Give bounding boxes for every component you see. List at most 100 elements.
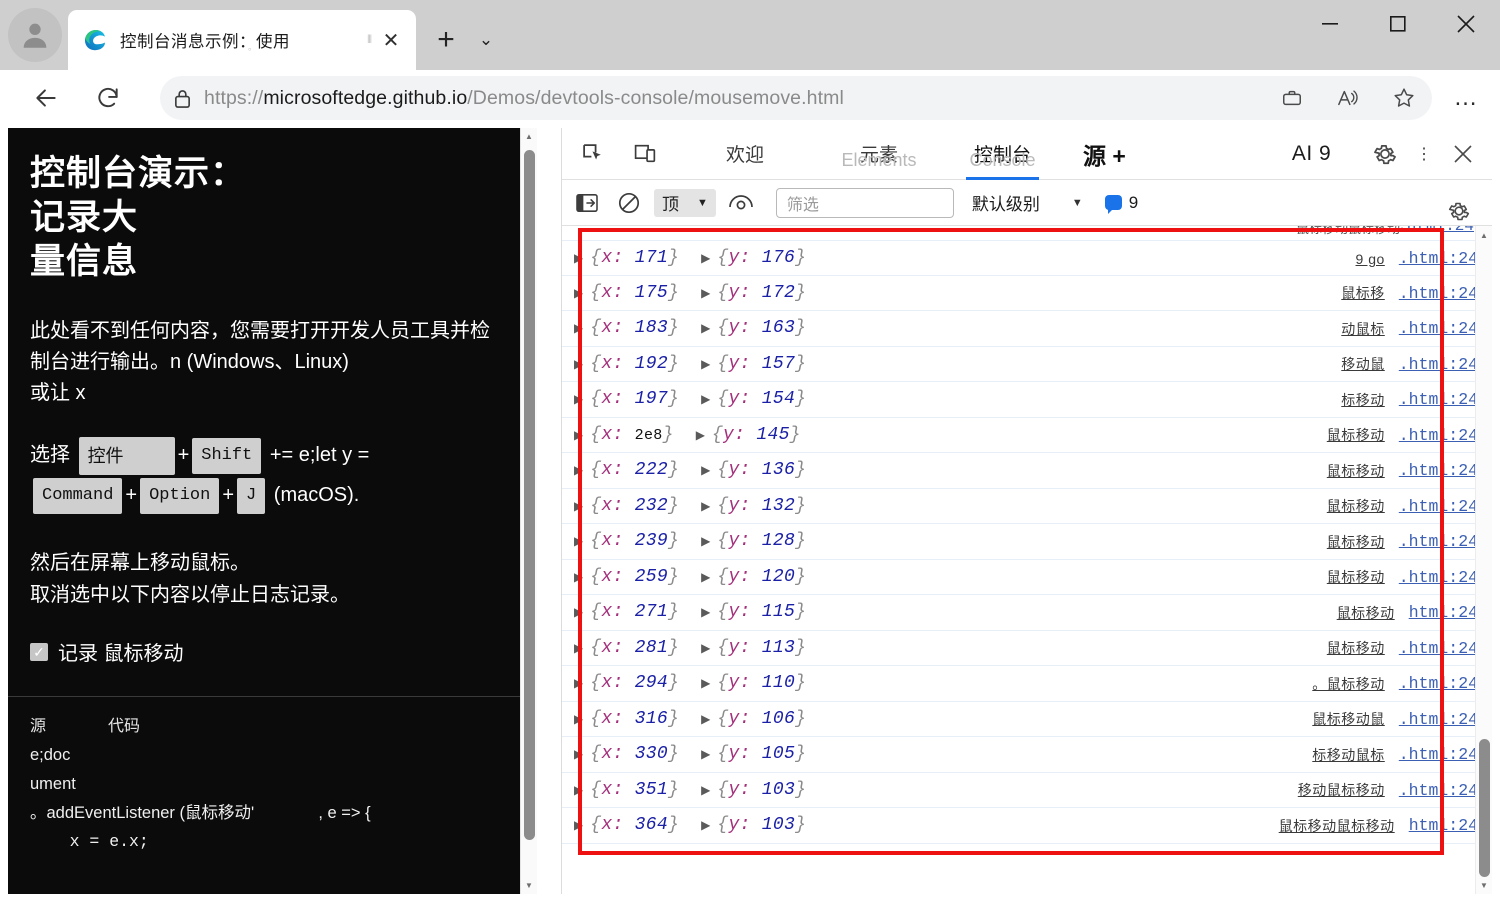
console-log-row[interactable]: ▶ {x: 232} ▶ {y: 132} 鼠标移动 .html:24 [562,489,1492,524]
log-source-link[interactable]: html:24 [1409,603,1478,622]
log-source-link[interactable]: .html:24 [1399,497,1478,516]
expand-triangle-icon[interactable]: ▶ [701,783,710,797]
console-log-row[interactable]: ▶ {x: 2e8} ▶ {y: 145} 鼠标移动 .html:24 [562,418,1492,453]
console-log-row[interactable]: ▶ {x: 364} ▶ {y: 103} 鼠标移动鼠标移动 html:24 [562,808,1492,844]
console-sidebar-toggle-button[interactable] [566,180,608,226]
console-log-row[interactable]: ▶ {x: 239} ▶ {y: 128} 鼠标移动 .html:24 [562,524,1492,560]
devtools-settings-button[interactable] [1362,131,1408,177]
log-mousemove-checkbox-row[interactable]: ✓ 记录 鼠标移动 [30,637,515,666]
address-bar[interactable]: https://microsoftedge.github.io/Demos/de… [160,76,1432,120]
read-aloud-button[interactable] [1320,76,1376,120]
console-scrollbar[interactable]: ▲ ▼ [1475,226,1492,894]
scroll-down-arrow-icon[interactable]: ▼ [1476,876,1492,894]
expand-triangle-icon[interactable]: ▶ [574,605,583,619]
expand-triangle-icon[interactable]: ▶ [574,570,583,584]
log-source-link[interactable]: .html:24 [1399,710,1478,729]
console-log-row[interactable]: ▶ {x: 294} ▶ {y: 110} 。鼠标移动 .html:24 [562,666,1492,702]
console-scrollbar-thumb[interactable] [1479,739,1490,877]
expand-triangle-icon[interactable]: ▶ [701,463,710,477]
expand-triangle-icon[interactable]: ▶ [701,286,710,300]
clear-console-button[interactable] [608,180,650,226]
profile-avatar-button[interactable] [8,8,62,62]
expand-triangle-icon[interactable]: ▶ [701,641,710,655]
expand-triangle-icon[interactable]: ▶ [574,534,583,548]
expand-triangle-icon[interactable]: ▶ [574,357,583,371]
devtools-more-menu-button[interactable]: ⋮ [1408,131,1440,177]
expand-triangle-icon[interactable]: ▶ [701,251,710,265]
expand-triangle-icon[interactable]: ▶ [574,641,583,655]
device-toolbar-button[interactable] [622,131,668,177]
expand-triangle-icon[interactable]: ▶ [574,818,583,832]
devtools-tab-console[interactable]: 控制台 Console [960,128,1045,180]
console-log-row[interactable]: ▶ {x: 192} ▶ {y: 157} 移动鼠 .html:24 [562,347,1492,382]
back-button[interactable] [26,78,66,118]
console-filter-input[interactable]: 筛选 [775,187,954,218]
expand-triangle-icon[interactable]: ▶ [701,605,710,619]
new-tab-button[interactable]: + [428,22,464,58]
expand-triangle-icon[interactable]: ▶ [574,251,583,265]
checkbox-checked-icon[interactable]: ✓ [30,642,48,661]
expand-triangle-icon[interactable]: ▶ [696,428,705,442]
log-source-link[interactable]: .html:24 [1399,745,1478,764]
console-log-row[interactable]: ▶ {x: 351} ▶ {y: 103} 移动鼠标移动 .html:24 [562,773,1492,808]
window-minimize-button[interactable] [1296,0,1364,48]
page-scrollbar-thumb[interactable] [524,150,535,840]
console-message-count[interactable]: 9 [1104,193,1138,214]
expand-triangle-icon[interactable]: ▶ [574,428,583,442]
expand-triangle-icon[interactable]: ▶ [574,676,583,690]
expand-triangle-icon[interactable]: ▶ [574,463,583,477]
console-log-row[interactable]: ▶ {x: 183} ▶ {y: 163} 动鼠标 .html:24 [562,311,1492,347]
expand-triangle-icon[interactable]: ▶ [701,712,710,726]
expand-triangle-icon[interactable]: ▶ [701,499,710,513]
log-source-link[interactable]: .html:24 [1399,639,1478,658]
expand-triangle-icon[interactable]: ▶ [574,712,583,726]
log-source-link[interactable]: .html:24 [1399,390,1478,409]
window-close-button[interactable] [1432,0,1500,48]
log-source-link[interactable]: .html:24 [1399,461,1478,480]
log-source-link[interactable]: .html:24 [1399,426,1478,445]
console-log-row[interactable]: ▶ {x: 197} ▶ {y: 154} 标移动 .html:24 [562,382,1492,418]
page-scrollbar[interactable]: ▲ ▼ [520,128,537,894]
devtools-tab-welcome[interactable]: 欢迎 [712,128,778,180]
log-source-link[interactable]: .html:24 [1399,319,1478,338]
inspect-element-button[interactable] [570,131,616,177]
expand-triangle-icon[interactable]: ▶ [701,818,710,832]
scroll-down-arrow-icon[interactable]: ▼ [521,877,537,894]
expand-triangle-icon[interactable]: ▶ [701,321,710,335]
log-source-link[interactable]: .html:24 [1399,249,1478,268]
reload-button[interactable] [88,78,128,118]
expand-triangle-icon[interactable]: ▶ [574,392,583,406]
expand-triangle-icon[interactable]: ▶ [574,499,583,513]
live-expression-button[interactable] [720,180,762,226]
console-log-row[interactable]: ▶ {x: 259} ▶ {y: 120} 鼠标移动 .html:24 [562,560,1492,595]
clipped-source-link[interactable]: .html:24 [1397,226,1474,235]
console-log-row[interactable]: ▶ {x: 330} ▶ {y: 105} 标移动鼠标 .html:24 [562,737,1492,773]
devtools-close-button[interactable] [1440,131,1486,177]
expand-triangle-icon[interactable]: ▶ [701,534,710,548]
devtools-tab-sources-add[interactable]: 源 + [1069,128,1140,180]
log-source-link[interactable]: .html:24 [1399,284,1478,303]
expand-triangle-icon[interactable]: ▶ [701,357,710,371]
devtools-tab-elements[interactable]: 元素 Elements [841,128,916,180]
expand-triangle-icon[interactable]: ▶ [574,747,583,761]
console-log-row[interactable]: ▶ {x: 222} ▶ {y: 136} 鼠标移动 .html:24 [562,453,1492,489]
expand-triangle-icon[interactable]: ▶ [701,392,710,406]
browser-settings-menu-button[interactable]: … [1446,80,1486,116]
scroll-up-arrow-icon[interactable]: ▲ [1476,226,1492,244]
url-text[interactable]: https://microsoftedge.github.io/Demos/de… [204,87,1264,110]
console-log-row[interactable]: ▶ {x: 281} ▶ {y: 113} 鼠标移动 .html:24 [562,631,1492,666]
expand-triangle-icon[interactable]: ▶ [701,747,710,761]
log-source-link[interactable]: html:24 [1409,816,1478,835]
favorites-button[interactable] [1376,76,1432,120]
tab-list-chevron-icon[interactable]: ⌄ [470,24,502,56]
lock-icon[interactable] [160,88,204,109]
expand-triangle-icon[interactable]: ▶ [701,570,710,584]
console-message-list[interactable]: 鼠标移动鼠标移动 .html:24 ▶ {x: 171} ▶ {y: 176} 9 go… [562,226,1492,894]
log-source-link[interactable]: .html:24 [1399,674,1478,693]
collections-button[interactable] [1264,76,1320,120]
console-log-row[interactable]: ▶ {x: 171} ▶ {y: 176} 9 go .html:24 [562,240,1492,276]
console-log-row[interactable]: ▶ {x: 175} ▶ {y: 172} 鼠标移 .html:24 [562,276,1492,311]
expand-triangle-icon[interactable]: ▶ [574,321,583,335]
tab-close-button[interactable]: ✕ [376,25,406,55]
expand-triangle-icon[interactable]: ▶ [574,286,583,300]
